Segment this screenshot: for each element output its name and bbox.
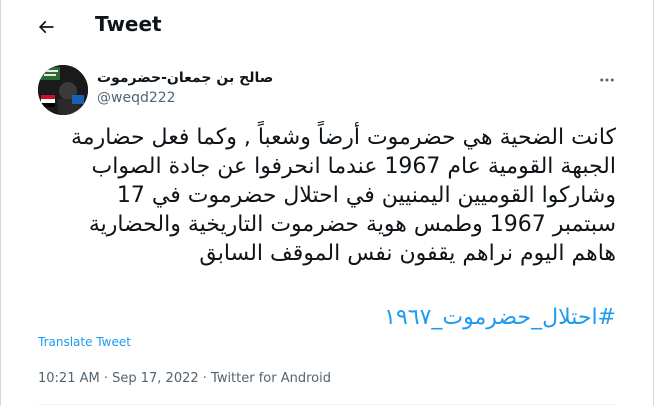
author-name[interactable]: صالح بن جمعان-حضرموت (97, 70, 273, 86)
arrow-left-icon (38, 20, 54, 34)
tweet-line: سبتمبر 1967 وطمس هوية حضرموت التاريخية و… (88, 212, 616, 237)
hashtag-link[interactable]: #احتلال_حضرموت_١٩٦٧ (384, 305, 616, 330)
tweet-text: كانت الضحية هي حضرموت أرضاً وشعباً , وكم… (40, 123, 616, 268)
translate-tweet-link[interactable]: Translate Tweet (38, 335, 131, 349)
tweet-line: كانت الضحية هي حضرموت أرضاً وشعباً , وكم… (70, 125, 616, 150)
back-button[interactable] (28, 10, 64, 44)
tweet-line: الجبهة القومية عام 1967 عندما انحرفوا عن… (91, 154, 616, 179)
more-options-button[interactable] (592, 70, 622, 90)
divider (38, 404, 616, 405)
more-horizontal-icon (600, 78, 614, 82)
avatar[interactable] (38, 65, 88, 115)
tweet-timestamp[interactable]: 10:21 AM · Sep 17, 2022 · Twitter for An… (38, 371, 331, 386)
tweet-line: هاهم اليوم نراهم يقفون نفس الموقف السابق (199, 241, 616, 266)
header: Tweet (0, 0, 654, 53)
tweet-line: وشاركوا القوميين اليمنيين في احتلال حضرم… (116, 183, 616, 208)
author-handle[interactable]: @weqd222 (97, 90, 176, 106)
avatar-image (38, 65, 88, 115)
page-title: Tweet (95, 12, 162, 36)
